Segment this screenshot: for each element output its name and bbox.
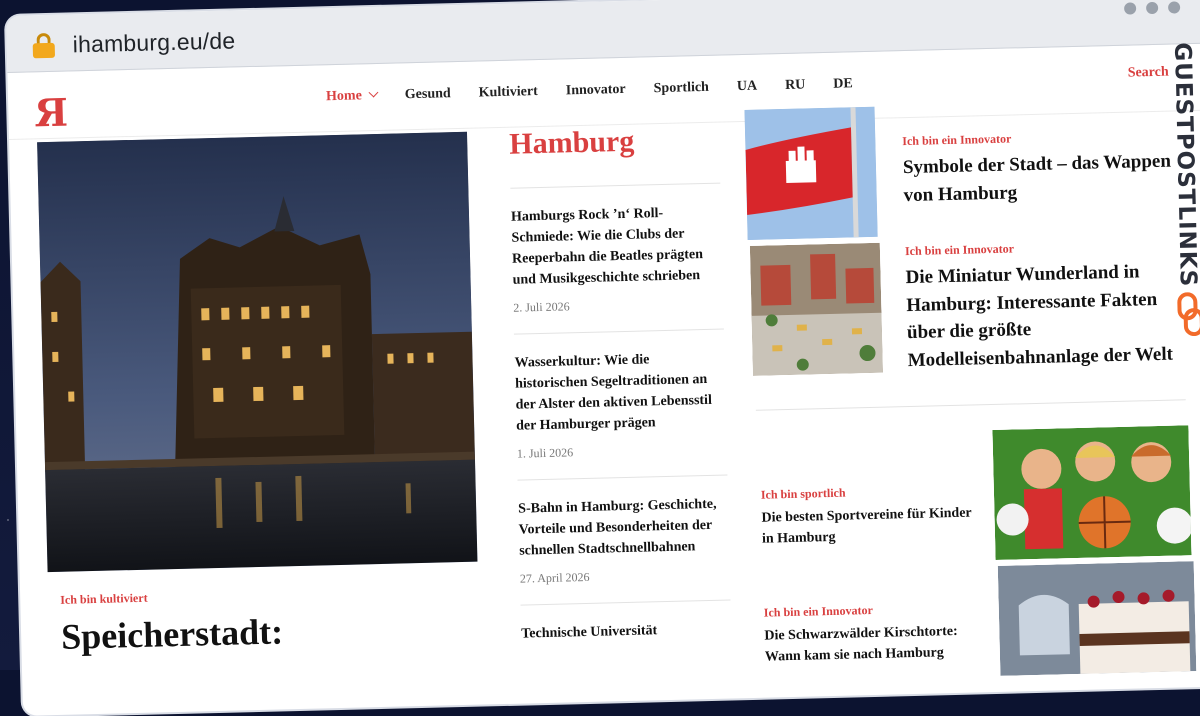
hero-category[interactable]: Ich bin kultiviert — [60, 591, 148, 608]
article-title[interactable]: Wasserkultur: Wie die historischen Segel… — [514, 348, 726, 437]
article-title[interactable]: S-Bahn in Hamburg: Geschichte, Vorteile … — [518, 494, 729, 562]
article-date: 2. Juli 2026 — [513, 299, 570, 315]
list-item[interactable]: Hamburgs Rock ’n‘ Roll-Schmiede: Wie die… — [510, 182, 724, 316]
article-category[interactable]: Ich bin ein Innovator — [764, 603, 873, 621]
lock-icon — [32, 32, 56, 59]
kids-sports-image[interactable] — [992, 425, 1192, 560]
list-item[interactable]: Technische Universität — [520, 599, 732, 645]
guestpostlinks-watermark: GUESTPOSTLINKS — [1163, 42, 1200, 343]
article-title[interactable]: Die Miniatur Wunderland in Hamburg: Inte… — [905, 257, 1188, 374]
article-title[interactable]: Die Schwarzwälder Kirschtorte: Wann kam … — [764, 620, 985, 667]
article-date: 27. April 2026 — [519, 569, 590, 586]
article-title[interactable]: Technische Universität — [521, 618, 731, 644]
address-bar[interactable]: ihamburg.eu/de — [72, 27, 235, 58]
article-title[interactable]: Symbole der Stadt – das Wappen von Hambu… — [903, 148, 1174, 210]
watermark-text: GUESTPOSTLINKS — [1168, 41, 1200, 288]
window-controls — [1124, 1, 1181, 15]
site-logo[interactable]: Я — [34, 90, 69, 136]
menu-item-kultiviert[interactable]: Kultiviert — [479, 84, 538, 101]
article-date: 1. Juli 2026 — [516, 445, 574, 461]
hero-image[interactable] — [37, 131, 478, 573]
menu-item-home[interactable]: Home — [326, 87, 379, 105]
chevron-down-icon — [368, 87, 379, 98]
article-category[interactable]: Ich bin ein Innovator — [902, 131, 1011, 149]
main-menu: Home Gesund Kultiviert Innovator Sportli… — [326, 76, 853, 105]
flag-image[interactable] — [744, 106, 878, 240]
menu-item-sportlich[interactable]: Sportlich — [653, 80, 709, 97]
hero-title[interactable]: Speicherstadt: — [61, 607, 482, 659]
miniature-wunderland-image[interactable] — [749, 242, 883, 376]
article-category[interactable]: Ich bin sportlich — [761, 486, 846, 503]
menu-item-gesund[interactable]: Gesund — [405, 86, 451, 103]
window-dot-icon[interactable] — [1146, 1, 1159, 15]
menu-item-ru[interactable]: RU — [785, 77, 806, 93]
hamburg-column: Hamburg Hamburgs Rock ’n‘ Roll-Schmiede:… — [509, 123, 732, 663]
link-chain-icon — [1177, 292, 1200, 337]
menu-item-ua[interactable]: UA — [737, 79, 758, 95]
article-category[interactable]: Ich bin ein Innovator — [905, 241, 1014, 259]
window-dot-icon[interactable] — [1124, 2, 1137, 15]
article-title[interactable]: Die besten Sportvereine für Kinder in Ha… — [761, 502, 982, 549]
column-heading[interactable]: Hamburg — [509, 123, 720, 162]
menu-item-de[interactable]: DE — [833, 76, 853, 92]
section-divider — [755, 399, 1186, 411]
list-item[interactable]: Wasserkultur: Wie die historischen Segel… — [513, 328, 727, 462]
window-dot-icon[interactable] — [1167, 1, 1181, 14]
menu-item-innovator[interactable]: Innovator — [566, 82, 626, 99]
browser-window: ihamburg.eu/de Я Home Gesund Kultiviert … — [6, 0, 1200, 716]
cake-image[interactable] — [997, 561, 1197, 676]
list-item[interactable]: S-Bahn in Hamburg: Geschichte, Vorteile … — [517, 474, 731, 587]
article-title[interactable]: Hamburgs Rock ’n‘ Roll-Schmiede: Wie die… — [511, 202, 723, 291]
